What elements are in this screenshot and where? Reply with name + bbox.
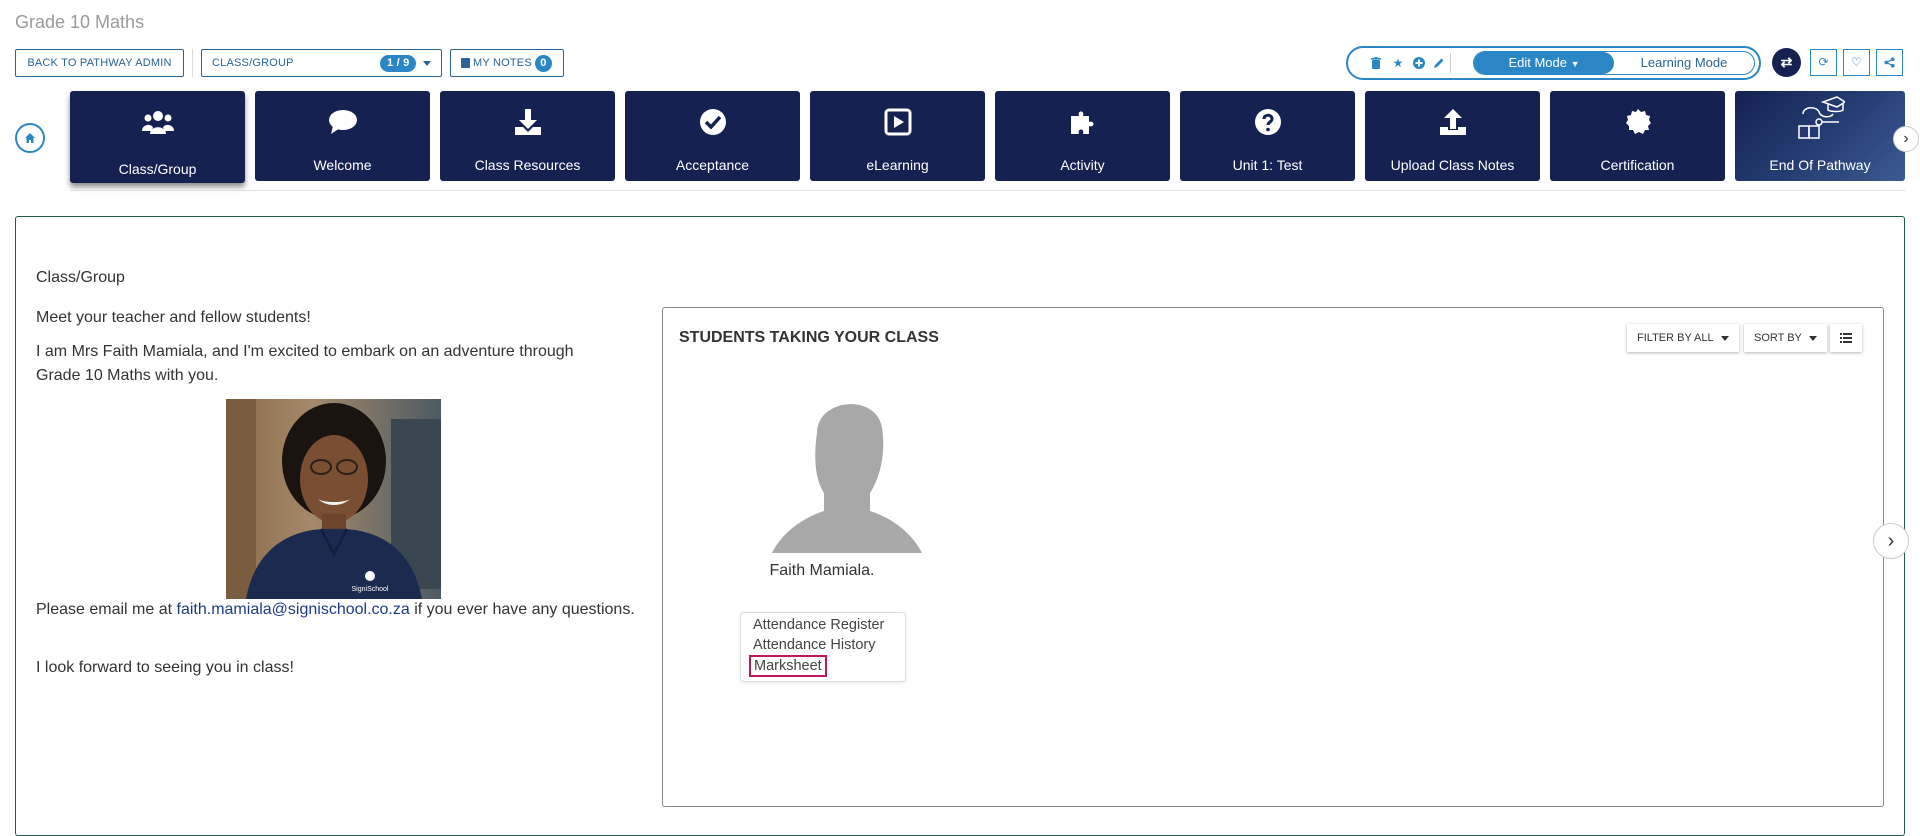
- tile-label: eLearning: [866, 157, 929, 173]
- tile-end-of-pathway[interactable]: End Of Pathway: [1735, 91, 1905, 181]
- student-avatar[interactable]: [762, 393, 932, 558]
- edit-toolbar: ★ Edit Mode ▼ Learning Mode: [1346, 46, 1761, 80]
- my-notes-button[interactable]: MY NOTES 0: [450, 49, 564, 77]
- upload-icon: [1365, 107, 1540, 137]
- tile-label: Class Resources: [474, 157, 581, 173]
- star-icon[interactable]: ★: [1392, 57, 1404, 69]
- note-icon: [461, 58, 470, 68]
- tile-label: Unit 1: Test: [1232, 157, 1303, 173]
- heart-icon[interactable]: ♡: [1843, 49, 1870, 76]
- filter-label: FILTER BY ALL: [1637, 332, 1714, 344]
- divider: [70, 190, 1905, 191]
- tile-label: Upload Class Notes: [1390, 157, 1515, 173]
- play-square-icon: [810, 107, 985, 137]
- plus-circle-icon[interactable]: [1413, 57, 1425, 69]
- tile-activity[interactable]: Activity: [995, 91, 1170, 181]
- class-group-select[interactable]: CLASS/GROUP 1 / 9: [201, 49, 442, 77]
- student-actions-menu: Attendance Register Attendance History M…: [740, 612, 906, 682]
- tile-label: Certification: [1600, 157, 1675, 173]
- email-link[interactable]: faith.mamiala@signischool.co.za: [177, 601, 410, 618]
- graduation-path-icon: [1735, 96, 1905, 141]
- intro-text: Meet your teacher and fellow students!: [36, 309, 311, 326]
- my-notes-label: MY NOTES: [473, 57, 532, 69]
- email-suffix: if you ever have any questions.: [409, 601, 635, 618]
- trash-icon[interactable]: [1370, 57, 1382, 69]
- tile-class-group[interactable]: Class/Group: [70, 91, 245, 183]
- tile-class-resources[interactable]: Class Resources: [440, 91, 615, 181]
- learning-mode-button[interactable]: Learning Mode: [1614, 52, 1754, 74]
- tile-label: Class/Group: [118, 161, 197, 177]
- puzzle-icon: [995, 107, 1170, 137]
- students-title: STUDENTS TAKING YOUR CLASS: [679, 329, 939, 346]
- caret-down-icon: [423, 61, 431, 66]
- download-icon: [440, 107, 615, 137]
- class-select-label: CLASS/GROUP: [212, 57, 294, 69]
- tile-certification[interactable]: Certification: [1550, 91, 1725, 181]
- closing-text: I look forward to seeing you in class!: [36, 659, 294, 676]
- tile-unit-1-test[interactable]: Unit 1: Test: [1180, 91, 1355, 181]
- back-to-pathway-admin-button[interactable]: BACK TO PATHWAY ADMIN: [15, 49, 184, 77]
- comment-icon: [255, 107, 430, 137]
- edit-mode-button[interactable]: Edit Mode ▼: [1474, 52, 1614, 74]
- tile-elearning[interactable]: eLearning: [810, 91, 985, 181]
- page-title: Grade 10 Maths: [15, 12, 145, 32]
- list-view-icon[interactable]: [1830, 324, 1862, 352]
- refresh-icon[interactable]: ⟳: [1810, 49, 1837, 76]
- share-icon[interactable]: [1876, 49, 1903, 76]
- tile-label: Welcome: [313, 157, 372, 173]
- teacher-intro-text: I am Mrs Faith Mamiala, and I'm excited …: [36, 343, 574, 384]
- attendance-history-link[interactable]: Attendance History: [753, 637, 876, 653]
- divider: [1450, 53, 1451, 73]
- sort-dropdown[interactable]: SORT BY: [1744, 324, 1827, 352]
- photo-logo-text: SigniSchool: [352, 586, 389, 593]
- tile-label: End Of Pathway: [1769, 157, 1871, 173]
- home-icon[interactable]: [15, 123, 45, 153]
- marksheet-link[interactable]: Marksheet: [754, 658, 822, 674]
- filter-dropdown[interactable]: FILTER BY ALL: [1627, 324, 1739, 352]
- class-count-badge: 1 / 9: [380, 55, 417, 72]
- pencil-icon[interactable]: [1433, 57, 1445, 69]
- notes-count-badge: 0: [534, 54, 552, 72]
- section-title: Class/Group: [36, 269, 125, 286]
- mode-toggle: Edit Mode ▼ Learning Mode: [1473, 51, 1755, 75]
- tile-acceptance[interactable]: Acceptance: [625, 91, 800, 181]
- sort-label: SORT BY: [1754, 332, 1802, 344]
- tile-upload-class-notes[interactable]: Upload Class Notes: [1365, 91, 1540, 181]
- question-circle-icon: [1180, 107, 1355, 137]
- email-prefix: Please email me at: [36, 601, 177, 618]
- marksheet-highlight: Marksheet: [749, 655, 827, 677]
- student-name[interactable]: Faith Mamiala.: [742, 562, 902, 580]
- edit-mode-label: Edit Mode: [1508, 55, 1567, 70]
- caret-down-icon: [1720, 335, 1729, 341]
- tile-label: Activity: [1060, 157, 1105, 173]
- caret-down-icon: ▼: [1570, 59, 1580, 69]
- chevron-right-icon[interactable]: ›: [1893, 126, 1919, 152]
- attendance-register-link[interactable]: Attendance Register: [753, 617, 884, 633]
- users-icon: [70, 107, 245, 137]
- chevron-right-icon[interactable]: ›: [1873, 523, 1909, 559]
- teacher-photo: SigniSchool: [226, 399, 441, 599]
- divider: [192, 49, 193, 77]
- tile-welcome[interactable]: Welcome: [255, 91, 430, 181]
- caret-down-icon: [1808, 335, 1817, 341]
- swap-icon[interactable]: ⇄: [1772, 48, 1801, 77]
- certificate-icon: [1550, 107, 1725, 137]
- email-text: Please email me at faith.mamiala@signisc…: [36, 598, 636, 622]
- check-circle-icon: [625, 107, 800, 137]
- tile-label: Acceptance: [675, 157, 750, 173]
